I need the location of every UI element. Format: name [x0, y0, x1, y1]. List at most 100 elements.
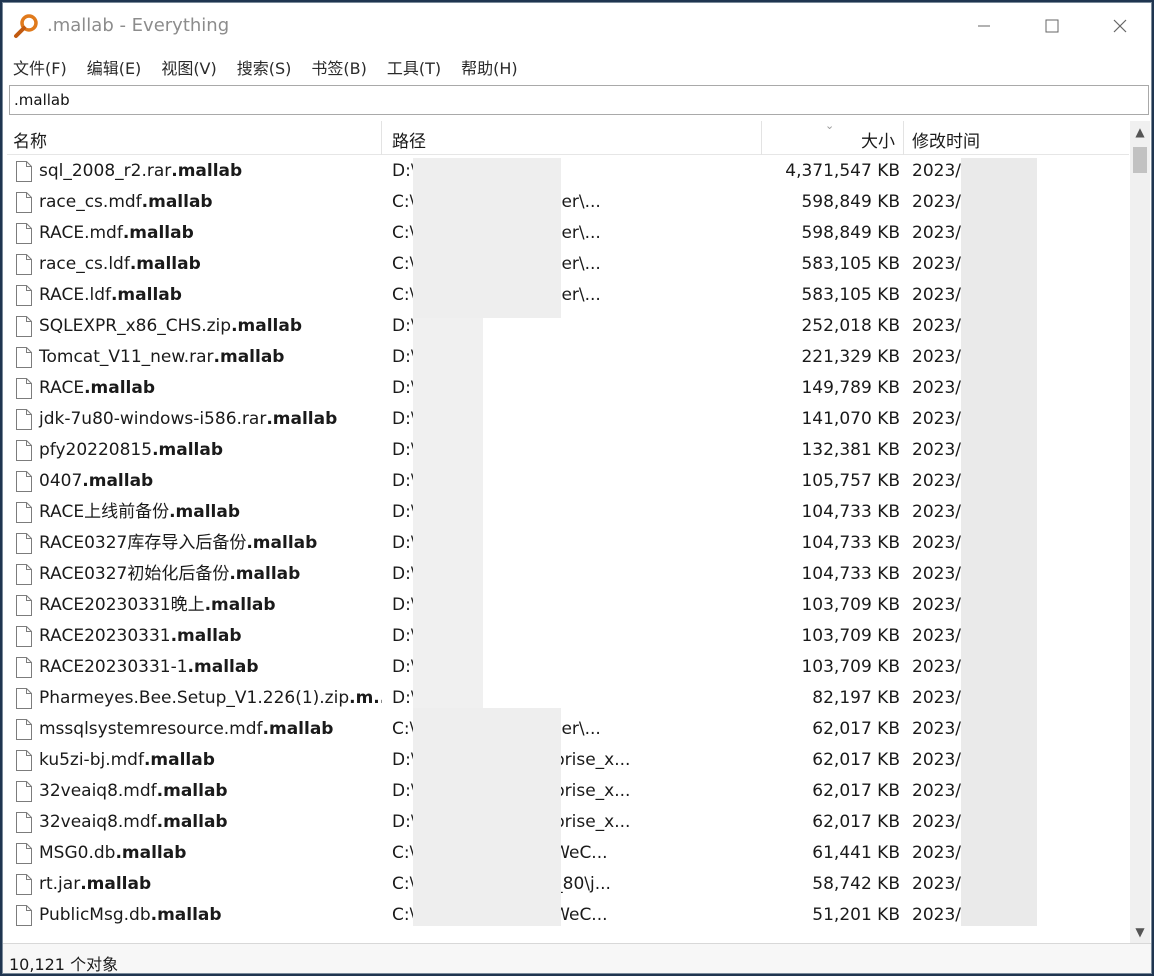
file-name: ku5zi-bj.mdf.mallab	[7, 745, 382, 776]
file-size: 149,789 KB	[801, 378, 900, 398]
file-extension: .mallab	[143, 750, 215, 770]
file-size: 61,441 KB	[812, 843, 900, 863]
file-size: 62,017 KB	[812, 750, 900, 770]
file-name: MSG0.db.mallab	[7, 838, 382, 869]
minimize-button[interactable]	[951, 3, 1017, 49]
file-base-name: 0407	[39, 471, 83, 491]
menu-help[interactable]: 帮助(H)	[451, 51, 528, 81]
file-size: 4,371,547 KB	[785, 161, 900, 181]
menu-file[interactable]: 文件(F)	[3, 51, 77, 81]
file-base-name: Pharmeyes.Bee.Setup_V1.226(1).zip	[39, 688, 350, 708]
file-size: 105,757 KB	[801, 471, 900, 491]
file-extension: .mallab	[110, 285, 182, 305]
magnifier-app-icon	[14, 14, 38, 38]
file-extension: .mallab	[169, 502, 241, 522]
file-extension: .mallab	[229, 564, 301, 584]
file-name: RACE20230331晚上.mallab	[7, 590, 382, 621]
search-input[interactable]	[9, 85, 1149, 115]
file-extension: .mallab	[231, 316, 303, 336]
file-name: pfy20220815.mallab	[7, 435, 382, 466]
menu-edit[interactable]: 编辑(E)	[77, 51, 152, 81]
status-bar: 10,121 个对象	[3, 943, 1151, 974]
file-name: RACE.mdf.mallab	[7, 218, 382, 249]
list-header: 名称 路径 大小 ⌄ 修改时间	[7, 119, 1129, 155]
file-base-name: RACE.mdf	[39, 223, 123, 243]
file-extension: .mallab	[150, 905, 222, 925]
file-extension: .mallab	[246, 533, 318, 553]
menu-search[interactable]: 搜索(S)	[227, 51, 302, 81]
file-size: 51,201 KB	[812, 905, 900, 925]
file-extension: .mallab	[156, 812, 228, 832]
file-base-name: sql_2008_r2.rar	[39, 161, 172, 181]
file-size: 103,709 KB	[801, 657, 900, 677]
menu-tools[interactable]: 工具(T)	[377, 51, 451, 81]
file-size: 62,017 KB	[812, 781, 900, 801]
column-header-name[interactable]: 名称	[7, 121, 382, 155]
file-name: sql_2008_r2.rar.mallab	[7, 156, 382, 187]
file-size: 104,733 KB	[801, 502, 900, 522]
file-size: 104,733 KB	[801, 564, 900, 584]
file-name: RACE0327库存导入后备份.mallab	[7, 528, 382, 559]
file-size: 132,381 KB	[801, 440, 900, 460]
file-name: RACE20230331.mallab	[7, 621, 382, 652]
file-name: Tomcat_V11_new.rar.mallab	[7, 342, 382, 373]
file-extension: .mallab	[129, 254, 201, 274]
maximize-icon	[1045, 19, 1059, 33]
sort-descending-icon: ⌄	[825, 119, 835, 132]
vertical-scrollbar[interactable]: ▲ ▼	[1130, 121, 1150, 943]
file-base-name: RACE20230331	[39, 626, 171, 646]
file-name: SQLEXPR_x86_CHS.zip.mallab	[7, 311, 382, 342]
file-name: race_cs.ldf.mallab	[7, 249, 382, 280]
minimize-icon	[978, 25, 990, 27]
file-name: 32veaiq8.mdf.mallab	[7, 807, 382, 838]
scrollbar-thumb[interactable]	[1133, 147, 1147, 173]
close-button[interactable]	[1087, 3, 1151, 49]
file-extension: .mallab	[262, 719, 334, 739]
file-size: 583,105 KB	[801, 254, 900, 274]
file-base-name: Tomcat_V11_new.rar	[39, 347, 214, 367]
file-extension: .mallab	[115, 843, 187, 863]
file-base-name: pfy20220815	[39, 440, 153, 460]
file-base-name: mssqlsystemresource.mdf	[39, 719, 263, 739]
file-extension: .mallab	[170, 626, 242, 646]
maximize-button[interactable]	[1019, 3, 1085, 49]
file-size: 82,197 KB	[812, 688, 900, 708]
file-base-name: ku5zi-bj.mdf	[39, 750, 144, 770]
menu-view[interactable]: 视图(V)	[151, 51, 226, 81]
file-size: 141,070 KB	[801, 409, 900, 429]
menu-bar: 文件(F) 编辑(E) 视图(V) 搜索(S) 书签(B) 工具(T) 帮助(H…	[3, 51, 1151, 81]
column-header-path[interactable]: 路径	[382, 121, 762, 155]
file-base-name: jdk-7u80-windows-i586.rar	[39, 409, 267, 429]
object-count: 10,121 个对象	[9, 955, 119, 974]
redacted-region	[961, 158, 1037, 926]
scroll-up-arrow-icon[interactable]: ▲	[1130, 121, 1150, 143]
file-size: 598,849 KB	[801, 223, 900, 243]
menu-bookmarks[interactable]: 书签(B)	[301, 51, 376, 81]
file-name: race_cs.mdf.mallab	[7, 187, 382, 218]
file-size: 103,709 KB	[801, 626, 900, 646]
file-extension: .mallab	[141, 192, 213, 212]
file-extension: .mallab	[187, 657, 259, 677]
everything-window: .mallab - Everything 文件(F) 编辑(E) 视图(V) 搜…	[2, 2, 1152, 974]
file-name: RACE.ldf.mallab	[7, 280, 382, 311]
file-base-name: race_cs.mdf	[39, 192, 142, 212]
file-base-name: RACE20230331-1	[39, 657, 188, 677]
file-extension: .mallab	[156, 781, 228, 801]
scroll-down-arrow-icon[interactable]: ▼	[1130, 921, 1150, 943]
file-name: mssqlsystemresource.mdf.mallab	[7, 714, 382, 745]
redacted-region	[413, 158, 561, 318]
file-size: 58,742 KB	[812, 874, 900, 894]
file-name: rt.jar.mallab	[7, 869, 382, 900]
file-name: PublicMsg.db.mallab	[7, 900, 382, 931]
file-base-name: 32veaiq8.mdf	[39, 812, 157, 832]
file-extension: .mallab	[82, 471, 154, 491]
file-base-name: rt.jar	[39, 874, 81, 894]
file-extension: .mallab	[171, 161, 243, 181]
file-extension: .mallab	[213, 347, 285, 367]
column-header-modified[interactable]: 修改时间	[904, 121, 1129, 155]
file-name: RACE0327初始化后备份.mallab	[7, 559, 382, 590]
file-size: 62,017 KB	[812, 812, 900, 832]
file-name: 32veaiq8.mdf.mallab	[7, 776, 382, 807]
file-extension: .mallab	[266, 409, 338, 429]
file-size: 221,329 KB	[801, 347, 900, 367]
